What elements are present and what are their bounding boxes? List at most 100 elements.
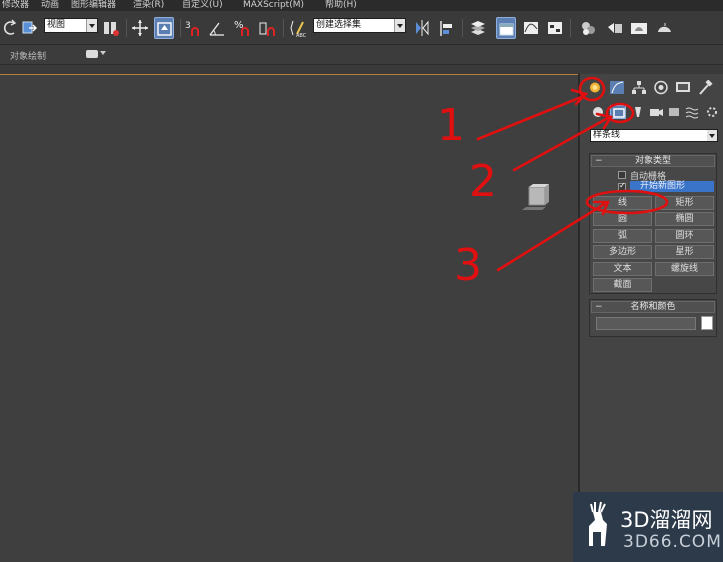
snap-3d-icon[interactable]: 3 bbox=[184, 17, 204, 39]
object-type-rollout: − 对象类型 自动栅格 开始新图形 线 矩形 圆 椭圆 弧 圆环 多边形 星形 … bbox=[589, 153, 717, 294]
subtab-helpers[interactable] bbox=[666, 105, 682, 119]
toolbar-separator bbox=[570, 19, 571, 37]
schematic-view-icon[interactable] bbox=[545, 17, 565, 39]
display-icon bbox=[676, 82, 690, 92]
mirror-icon[interactable] bbox=[412, 17, 432, 39]
select-by-name-icon[interactable] bbox=[101, 17, 121, 39]
view-combo[interactable]: 视图 bbox=[44, 18, 98, 33]
arc-button[interactable]: 弧 bbox=[593, 229, 652, 243]
helper-icon bbox=[669, 108, 679, 116]
name-and-color-rollout: − 名称和颜色 bbox=[589, 299, 717, 337]
donut-button[interactable]: 圆环 bbox=[655, 229, 714, 243]
annotation-label-2: 2 bbox=[469, 156, 497, 207]
tab-create[interactable] bbox=[587, 80, 603, 95]
subtab-lights[interactable] bbox=[630, 105, 646, 119]
rendered-frame-icon[interactable] bbox=[629, 17, 649, 39]
subtab-shapes[interactable] bbox=[610, 105, 626, 119]
hierarchy-icon bbox=[632, 81, 646, 94]
camera-icon bbox=[650, 109, 663, 116]
light-icon bbox=[635, 107, 641, 117]
move-icon[interactable] bbox=[130, 17, 150, 39]
percent-snap-icon[interactable]: % bbox=[233, 17, 253, 39]
viewcube-icon[interactable] bbox=[522, 183, 550, 211]
render-production-icon[interactable] bbox=[655, 17, 675, 39]
menu-modifiers[interactable]: 修改器 bbox=[2, 0, 29, 11]
toolbar-separator bbox=[180, 19, 181, 37]
start-new-shape-checkbox[interactable] bbox=[618, 181, 626, 191]
tab-motion[interactable] bbox=[653, 80, 669, 95]
star-button[interactable]: 星形 bbox=[655, 245, 714, 259]
menu-maxscript[interactable]: MAXScript(M) bbox=[243, 0, 304, 11]
text-button[interactable]: 文本 bbox=[593, 262, 652, 276]
toolbar-separator bbox=[462, 19, 463, 37]
systems-icon bbox=[707, 107, 717, 117]
viewport-gap bbox=[0, 65, 723, 74]
chevron-down-icon[interactable] bbox=[100, 51, 106, 55]
menu-bar: 修改器 动画 图形编辑器 渲染(R) 自定义(U) MAXScript(M) 帮… bbox=[0, 0, 723, 11]
tab-hierarchy[interactable] bbox=[631, 80, 647, 95]
ellipse-button[interactable]: 椭圆 bbox=[655, 212, 714, 226]
object-type-title: 对象类型 bbox=[634, 156, 671, 166]
category-dropdown-value: 样条线 bbox=[593, 130, 621, 140]
helix-button[interactable]: 螺旋线 bbox=[655, 262, 714, 276]
motion-icon bbox=[654, 80, 668, 95]
undo-icon[interactable] bbox=[0, 17, 20, 39]
viewport[interactable] bbox=[0, 74, 578, 562]
subtab-systems[interactable] bbox=[704, 105, 720, 119]
render-setup-icon[interactable] bbox=[605, 17, 625, 39]
spinner-snap-icon[interactable] bbox=[257, 17, 277, 39]
name-and-color-title: 名称和颜色 bbox=[630, 302, 676, 312]
shape-icon bbox=[613, 108, 625, 118]
ngon-button[interactable]: 多边形 bbox=[593, 245, 652, 259]
select-link-icon[interactable] bbox=[20, 17, 40, 39]
curve-editor-icon[interactable] bbox=[521, 17, 541, 39]
main-toolbar: 视图 3 % ABC 创建选择集 bbox=[0, 11, 723, 45]
menu-animation[interactable]: 动画 bbox=[41, 0, 59, 11]
object-type-header[interactable]: − 对象类型 bbox=[591, 155, 715, 167]
category-dropdown[interactable]: 样条线 bbox=[590, 129, 718, 142]
tab-utilities[interactable] bbox=[697, 80, 713, 95]
toolbar-separator bbox=[126, 19, 127, 37]
watermark-subtitle: 3D66.COM bbox=[623, 532, 722, 552]
scene-explorer-icon[interactable] bbox=[496, 17, 516, 39]
menu-rendering[interactable]: 渲染(R) bbox=[133, 0, 164, 11]
menu-help[interactable]: 帮助(H) bbox=[325, 0, 357, 11]
line-button[interactable]: 线 bbox=[593, 196, 652, 210]
svg-text:ABC: ABC bbox=[296, 33, 307, 39]
sun-icon bbox=[590, 82, 600, 93]
align-icon[interactable] bbox=[437, 17, 457, 39]
menu-customize[interactable]: 自定义(U) bbox=[182, 0, 223, 11]
subtab-cameras[interactable] bbox=[648, 105, 664, 119]
view-combo-value: 视图 bbox=[47, 20, 66, 30]
menu-graph-editors[interactable]: 图形编辑器 bbox=[71, 0, 116, 11]
rectangle-button[interactable]: 矩形 bbox=[655, 196, 714, 210]
watermark: 3D溜溜网 3D66.COM bbox=[573, 492, 723, 562]
section-button[interactable]: 截面 bbox=[593, 278, 652, 292]
selection-set-combo[interactable]: 创建选择集 bbox=[313, 18, 406, 33]
tab-modify[interactable] bbox=[609, 80, 625, 95]
angle-snap-icon[interactable] bbox=[207, 17, 227, 39]
tab-display[interactable] bbox=[675, 80, 691, 95]
ribbon-toggle-button[interactable] bbox=[86, 50, 98, 58]
subtab-geometry[interactable] bbox=[590, 105, 606, 119]
spacewarp-icon bbox=[685, 107, 699, 119]
start-new-shape-label[interactable]: 开始新图形 bbox=[630, 181, 714, 192]
edit-named-selection-icon[interactable]: ABC bbox=[288, 17, 308, 39]
subtab-spacewarps[interactable] bbox=[684, 105, 700, 119]
layer-manager-icon[interactable] bbox=[468, 17, 488, 39]
watermark-title: 3D溜溜网 bbox=[620, 508, 713, 532]
toolbar-separator bbox=[283, 19, 284, 37]
chevron-down-icon bbox=[394, 19, 405, 32]
circle-button[interactable]: 圆 bbox=[593, 212, 652, 226]
auto-grid-checkbox[interactable] bbox=[618, 171, 626, 179]
ribbon-label[interactable]: 对象绘制 bbox=[10, 49, 46, 62]
modify-icon bbox=[610, 81, 624, 94]
object-color-swatch[interactable] bbox=[701, 316, 713, 330]
deer-logo-icon bbox=[589, 501, 607, 546]
object-name-field[interactable] bbox=[596, 317, 696, 330]
selection-set-value: 创建选择集 bbox=[316, 20, 362, 30]
select-and-place-icon[interactable] bbox=[154, 17, 174, 39]
material-editor-icon[interactable] bbox=[578, 17, 598, 39]
name-and-color-header[interactable]: − 名称和颜色 bbox=[591, 301, 715, 313]
svg-text:3: 3 bbox=[185, 21, 191, 31]
